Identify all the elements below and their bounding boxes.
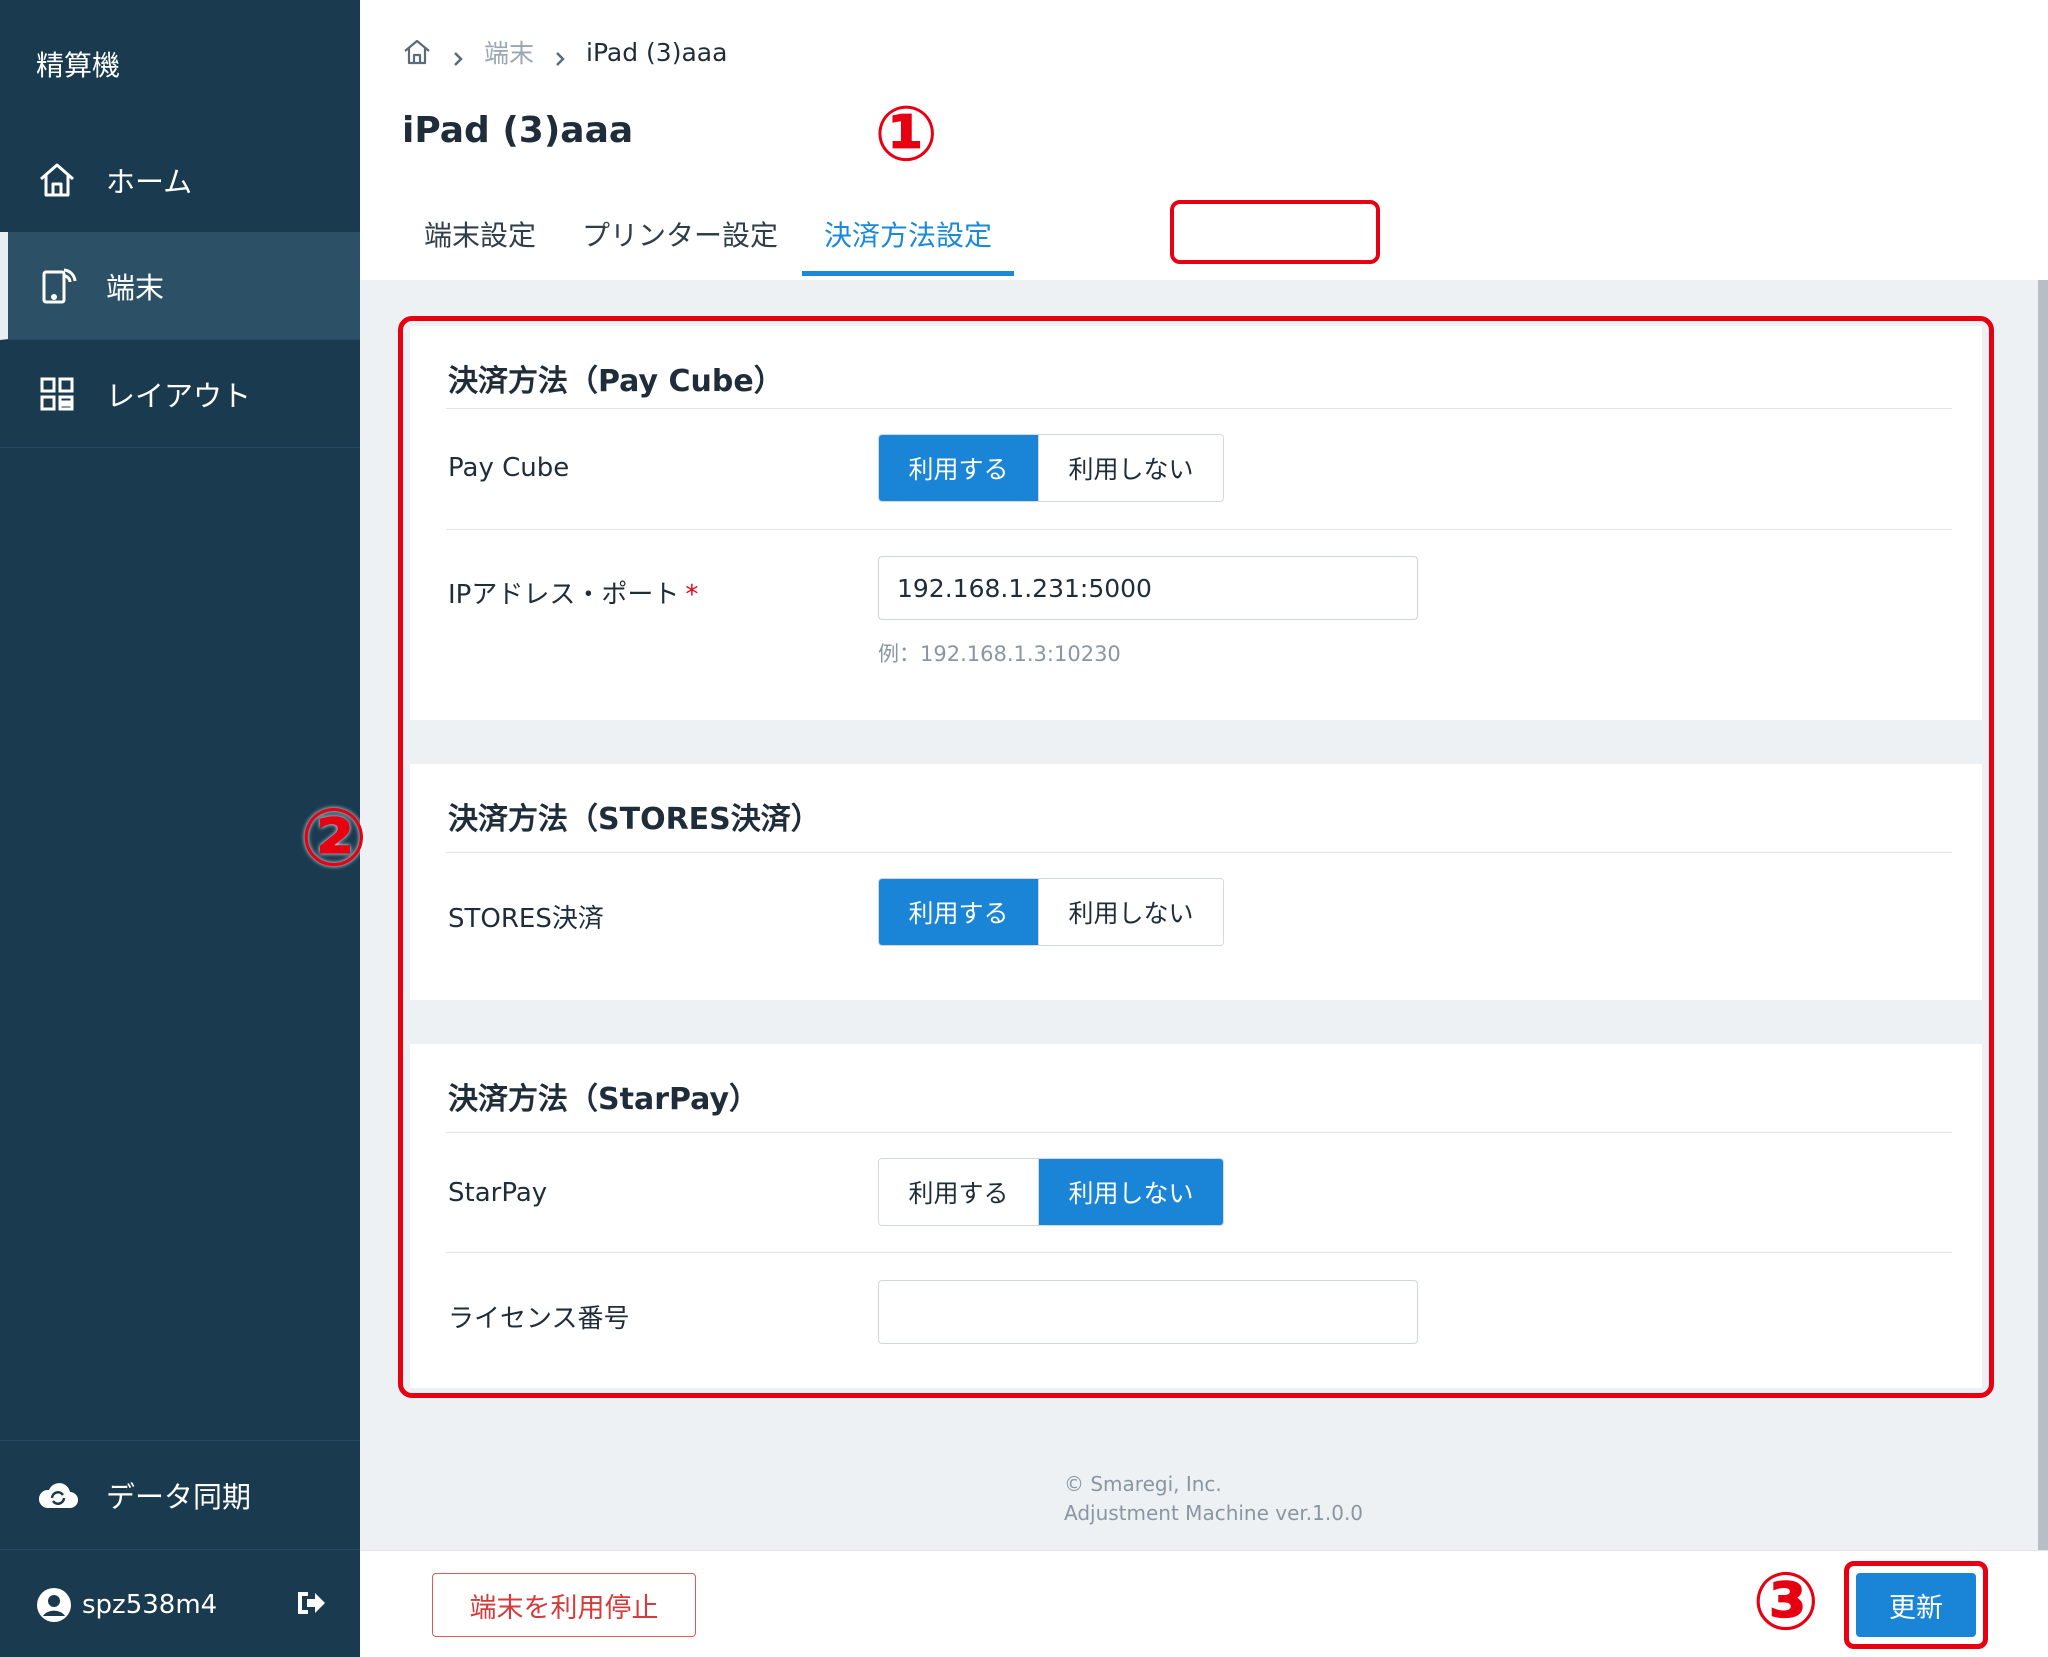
paycube-section: 決済方法（Pay Cube） Pay Cube 利用する 利用しない IPアドレ… — [410, 326, 1982, 720]
ip-address-hint: 例：192.168.1.3:10230 — [878, 642, 1121, 666]
license-number-label: ライセンス番号 — [448, 1304, 630, 1334]
user-avatar-icon — [36, 1587, 72, 1623]
starpay-label: StarPay — [448, 1178, 548, 1208]
data-sync-label: データ同期 — [106, 1480, 252, 1514]
breadcrumb-device-link[interactable]: 端末 — [484, 34, 534, 70]
sidebar-item-label: ホーム — [106, 164, 193, 199]
sidebar-item-label: 端末 — [106, 270, 165, 305]
chevron-right-icon — [450, 44, 466, 66]
user-account: spz538m4 — [0, 1552, 360, 1657]
paycube-not-use-option[interactable]: 利用しない — [1039, 435, 1223, 501]
stores-section: 決済方法（STORES決済） STORES決済 利用する 利用しない — [410, 764, 1982, 1000]
stores-label: STORES決済 — [448, 904, 604, 934]
breadcrumb: 端末 iPad (3)aaa — [402, 34, 727, 70]
app-title: 精算機 — [36, 49, 121, 82]
section-title: 決済方法（Pay Cube） — [448, 364, 784, 399]
page-title: iPad (3)aaa — [402, 110, 634, 151]
starpay-use-option[interactable]: 利用する — [879, 1159, 1039, 1225]
update-button[interactable]: 更新 — [1856, 1573, 1976, 1637]
chevron-right-icon — [552, 44, 568, 66]
sidebar-item-device[interactable]: 端末 — [0, 232, 360, 340]
section-title: 決済方法（StarPay） — [448, 1082, 760, 1117]
starpay-section: 決済方法（StarPay） StarPay 利用する 利用しない ライセンス番号 — [410, 1044, 1982, 1388]
user-name: spz538m4 — [82, 1589, 218, 1620]
stores-not-use-option[interactable]: 利用しない — [1039, 879, 1223, 945]
tab-printer-settings[interactable]: プリンター設定 — [560, 200, 800, 276]
divider — [446, 1252, 1952, 1253]
annotation-marker-3: ③ — [1752, 1555, 1820, 1648]
ip-address-label: IPアドレス・ポート * — [448, 574, 698, 611]
logout-icon[interactable] — [294, 1586, 328, 1620]
required-mark: * — [685, 580, 699, 610]
divider — [446, 1132, 1952, 1133]
starpay-toggle: 利用する 利用しない — [878, 1158, 1224, 1226]
stores-toggle: 利用する 利用しない — [878, 878, 1224, 946]
tablet-icon — [36, 265, 78, 307]
paycube-toggle: 利用する 利用しない — [878, 434, 1224, 502]
divider — [446, 408, 1952, 409]
sidebar-item-home[interactable]: ホーム — [0, 126, 360, 234]
divider — [446, 529, 1952, 530]
breadcrumb-home-icon[interactable] — [402, 37, 432, 67]
paycube-use-option[interactable]: 利用する — [879, 435, 1039, 501]
sidebar-item-layout[interactable]: レイアウト — [0, 340, 360, 448]
copyright-text: © Smaregi, Inc. — [1064, 1472, 1222, 1496]
starpay-not-use-option[interactable]: 利用しない — [1039, 1159, 1223, 1225]
annotation-marker-1: ① — [874, 89, 939, 178]
divider — [446, 852, 1952, 853]
cloud-sync-icon — [36, 1473, 80, 1517]
layout-grid-icon — [36, 373, 78, 415]
ip-address-input[interactable] — [878, 556, 1418, 620]
ip-address-label-text: IPアドレス・ポート — [448, 580, 680, 610]
version-text: Adjustment Machine ver.1.0.0 — [1064, 1501, 1364, 1525]
data-sync-button[interactable]: データ同期 — [0, 1440, 360, 1550]
breadcrumb-current: iPad (3)aaa — [586, 37, 728, 67]
paycube-label: Pay Cube — [448, 453, 570, 483]
stores-use-option[interactable]: 利用する — [879, 879, 1039, 945]
main-header: 端末 iPad (3)aaa iPad (3)aaa 端末設定 プリンター設定 … — [360, 0, 2048, 280]
section-title: 決済方法（STORES決済） — [448, 802, 821, 837]
page-footer: © Smaregi, Inc. Adjustment Machine ver.1… — [1064, 1470, 1363, 1528]
sidebar-item-label: レイアウト — [106, 378, 252, 413]
license-number-input[interactable] — [878, 1280, 1418, 1344]
home-icon — [36, 159, 78, 201]
stop-device-button[interactable]: 端末を利用停止 — [432, 1573, 696, 1637]
annotation-marker-2: ② — [300, 791, 368, 884]
annotation-frame-tab — [1170, 200, 1380, 264]
tab-device-settings[interactable]: 端末設定 — [402, 200, 558, 276]
tab-payment-settings[interactable]: 決済方法設定 — [802, 200, 1015, 276]
scrollbar[interactable] — [2038, 280, 2048, 1550]
tab-bar: 端末設定 プリンター設定 決済方法設定 — [402, 200, 1016, 280]
